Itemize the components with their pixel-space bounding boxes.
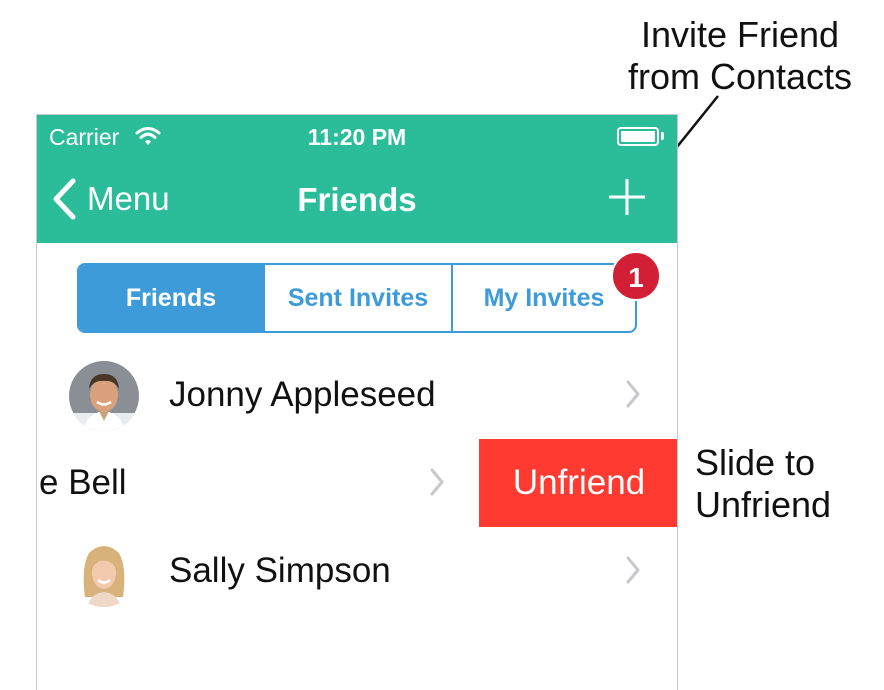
notification-badge: 1 [611,251,661,301]
page-title: Friends [297,181,417,218]
slide-annotation-line2: Unfriend [695,484,832,525]
segmented-control: Friends Sent Invites My Invites [77,263,637,333]
battery-icon [617,127,659,146]
slide-annotation-line1: Slide to [695,442,816,483]
avatar [69,361,139,431]
friend-row[interactable]: Sally Simpson [37,527,677,615]
unfriend-button[interactable]: Unfriend [479,439,677,527]
plus-icon[interactable] [607,177,647,217]
chevron-right-icon [430,468,444,496]
phone-screen: Carrier 11:20 PM Menu Friends Friends Se… [36,114,678,690]
avatar [69,537,139,607]
segment-my-invites[interactable]: My Invites [451,265,635,331]
chevron-right-icon [626,380,640,408]
friend-row-swiped[interactable]: e Bell [37,439,549,527]
segment-friends[interactable]: Friends [79,265,263,331]
friend-name: Jonny Appleseed [169,375,436,414]
friend-name: e Bell [39,463,127,502]
status-time: 11:20 PM [307,124,407,150]
segment-sent-invites[interactable]: Sent Invites [263,265,451,331]
friend-name: Sally Simpson [169,551,391,590]
friend-row[interactable]: Jonny Appleseed [37,351,677,439]
chevron-right-icon [626,556,640,584]
invite-annotation-line2: from Contacts [627,56,853,97]
battery-tip [661,132,664,140]
invite-annotation-line1: Invite Friend [640,14,840,55]
status-bar: Carrier 11:20 PM [37,115,677,159]
nav-header: Carrier 11:20 PM Menu Friends [37,115,677,243]
invite-annotation: Invite Friend from Contacts [610,14,870,98]
slide-annotation: Slide to Unfriend [695,442,831,526]
